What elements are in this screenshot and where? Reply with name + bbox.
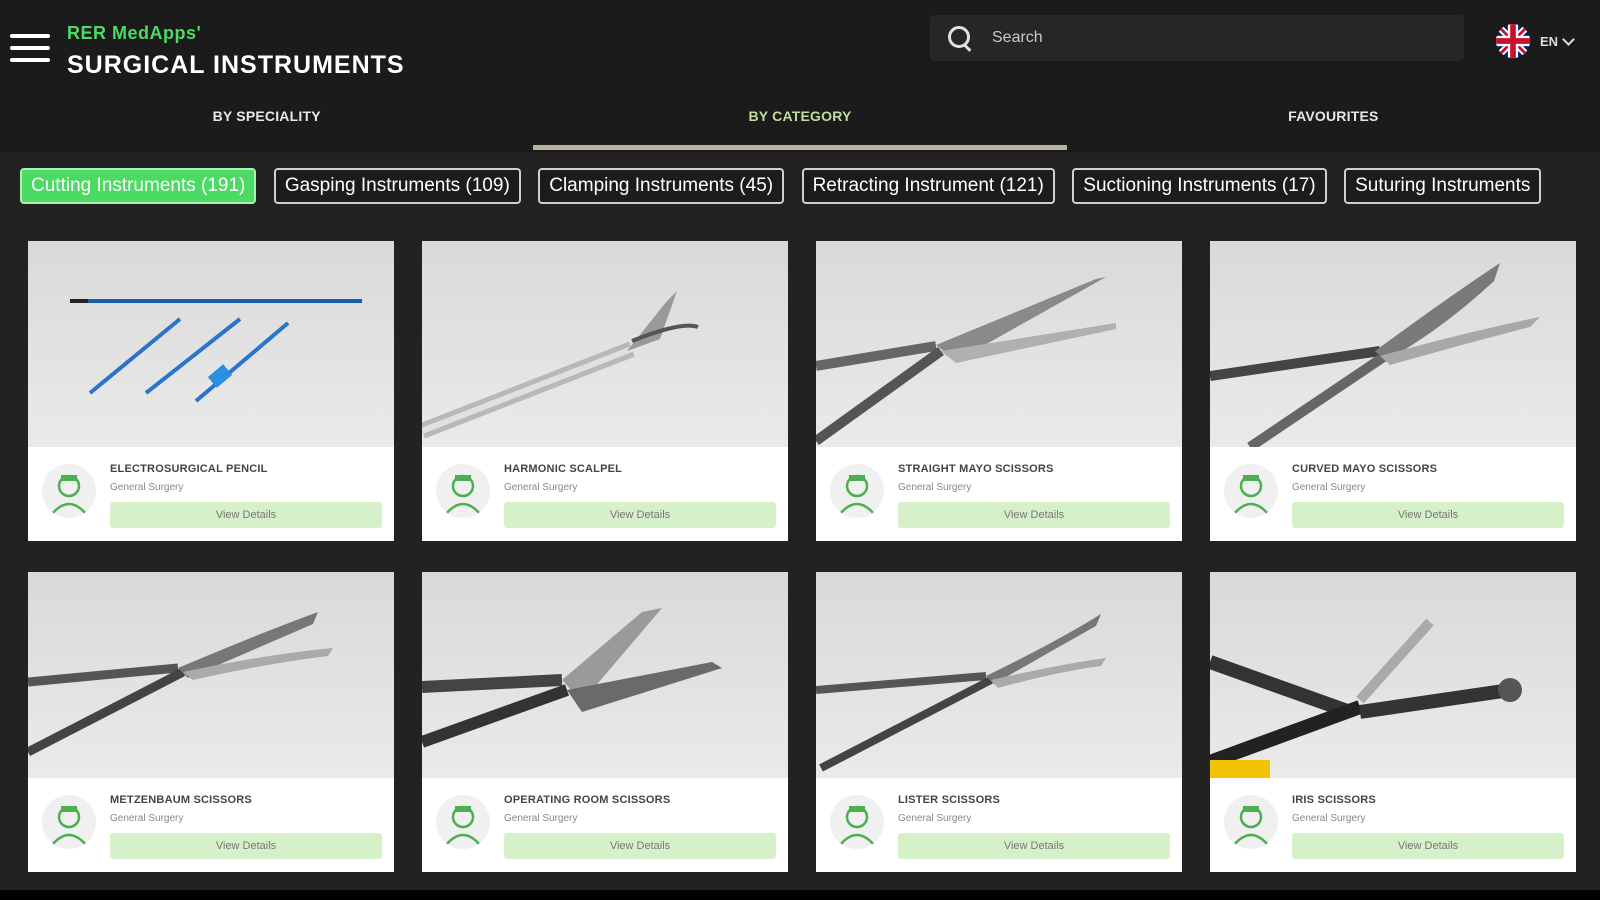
card-title: ELECTROSURGICAL PENCIL xyxy=(110,463,268,475)
card-title: LISTER SCISSORS xyxy=(898,794,1001,806)
electrosurgical-pencil-icon xyxy=(28,241,394,447)
app-header: RER MedApps' SURGICAL INSTRUMENTS EN BY … xyxy=(0,0,1600,152)
instrument-card[interactable]: OPERATING ROOM SCISSORS General Surgery … xyxy=(422,572,788,872)
chip-retracting-instrument[interactable]: Retracting Instrument (121) xyxy=(801,168,1055,204)
card-title: METZENBAUM SCISSORS xyxy=(110,794,252,806)
card-body: HARMONIC SCALPEL General Surgery View De… xyxy=(422,447,788,541)
instrument-card[interactable]: IRIS SCISSORS General Surgery View Detai… xyxy=(1210,572,1576,872)
filter-chips: Cutting Instruments (191) Gasping Instru… xyxy=(20,168,1590,206)
card-title: HARMONIC SCALPEL xyxy=(504,463,623,475)
chip-cutting-instruments[interactable]: Cutting Instruments (191) xyxy=(20,168,257,204)
view-details-button[interactable]: View Details xyxy=(504,833,776,859)
card-subtitle: General Surgery xyxy=(110,813,184,824)
surgeon-avatar-icon xyxy=(436,464,490,518)
card-subtitle: General Surgery xyxy=(110,482,184,493)
scissors-icon xyxy=(1210,572,1576,778)
view-details-button[interactable]: View Details xyxy=(898,833,1170,859)
view-details-button[interactable]: View Details xyxy=(1292,502,1564,528)
category-tabs: BY SPECIALITY BY CATEGORY FAVOURITES xyxy=(0,100,1600,152)
scissors-icon xyxy=(816,241,1182,447)
surgeon-avatar-icon xyxy=(830,464,884,518)
surgeon-avatar-icon xyxy=(1224,464,1278,518)
surgeon-avatar-icon xyxy=(42,795,96,849)
card-subtitle: General Surgery xyxy=(898,813,972,824)
card-title: OPERATING ROOM SCISSORS xyxy=(504,794,671,806)
search-input[interactable] xyxy=(992,29,1464,47)
card-subtitle: General Surgery xyxy=(504,482,578,493)
chip-gasping-instruments[interactable]: Gasping Instruments (109) xyxy=(273,168,521,204)
surgeon-avatar-icon xyxy=(436,795,490,849)
view-details-button[interactable]: View Details xyxy=(504,502,776,528)
scissors-icon xyxy=(28,572,394,778)
card-body: CURVED MAYO SCISSORS General Surgery Vie… xyxy=(1210,447,1576,541)
card-body: STRAIGHT MAYO SCISSORS General Surgery V… xyxy=(816,447,1182,541)
surgeon-avatar-icon xyxy=(42,464,96,518)
chip-suturing-instruments[interactable]: Suturing Instruments xyxy=(1344,168,1542,204)
view-details-button[interactable]: View Details xyxy=(898,502,1170,528)
instrument-card[interactable]: STRAIGHT MAYO SCISSORS General Surgery V… xyxy=(816,241,1182,541)
chip-clamping-instruments[interactable]: Clamping Instruments (45) xyxy=(538,168,785,204)
scissors-icon xyxy=(422,572,788,778)
brand-subtitle: RER MedApps' xyxy=(67,23,202,43)
instrument-card[interactable]: LISTER SCISSORS General Surgery View Det… xyxy=(816,572,1182,872)
scissors-icon xyxy=(816,572,1182,778)
card-body: ELECTROSURGICAL PENCIL General Surgery V… xyxy=(28,447,394,541)
uk-flag-icon xyxy=(1496,24,1530,58)
card-title: IRIS SCISSORS xyxy=(1292,794,1376,806)
surgeon-avatar-icon xyxy=(1224,795,1278,849)
card-subtitle: General Surgery xyxy=(1292,482,1366,493)
harmonic-scalpel-icon xyxy=(422,241,788,447)
instrument-card[interactable]: CURVED MAYO SCISSORS General Surgery Vie… xyxy=(1210,241,1576,541)
card-title: CURVED MAYO SCISSORS xyxy=(1292,463,1438,475)
tab-by-category[interactable]: BY CATEGORY xyxy=(533,100,1067,152)
instrument-card[interactable]: METZENBAUM SCISSORS General Surgery View… xyxy=(28,572,394,872)
view-details-button[interactable]: View Details xyxy=(110,833,382,859)
language-selector[interactable]: EN xyxy=(1496,24,1575,58)
bottom-bar xyxy=(0,890,1600,900)
card-body: OPERATING ROOM SCISSORS General Surgery … xyxy=(422,778,788,872)
chevron-down-icon xyxy=(1562,32,1575,46)
view-details-button[interactable]: View Details xyxy=(1292,833,1564,859)
card-body: LISTER SCISSORS General Surgery View Det… xyxy=(816,778,1182,872)
surgeon-avatar-icon xyxy=(830,795,884,849)
tab-favourites[interactable]: FAVOURITES xyxy=(1067,100,1600,152)
hamburger-menu-icon[interactable] xyxy=(10,34,50,68)
card-body: IRIS SCISSORS General Surgery View Detai… xyxy=(1210,778,1576,872)
card-title: STRAIGHT MAYO SCISSORS xyxy=(898,463,1054,475)
instrument-card[interactable]: ELECTROSURGICAL PENCIL General Surgery V… xyxy=(28,241,394,541)
tab-by-speciality[interactable]: BY SPECIALITY xyxy=(0,100,533,152)
app-title: SURGICAL INSTRUMENTS xyxy=(67,51,405,79)
language-code: EN xyxy=(1540,33,1559,49)
card-subtitle: General Surgery xyxy=(504,813,578,824)
view-details-button[interactable]: View Details xyxy=(110,502,382,528)
card-subtitle: General Surgery xyxy=(1292,813,1366,824)
card-subtitle: General Surgery xyxy=(898,482,972,493)
chip-suctioning-instruments[interactable]: Suctioning Instruments (17) xyxy=(1072,168,1327,204)
instrument-grid: ELECTROSURGICAL PENCIL General Surgery V… xyxy=(28,241,1578,872)
card-body: METZENBAUM SCISSORS General Surgery View… xyxy=(28,778,394,872)
instrument-card[interactable]: HARMONIC SCALPEL General Surgery View De… xyxy=(422,241,788,541)
scissors-icon xyxy=(1210,241,1576,447)
search-icon[interactable] xyxy=(946,24,974,52)
search-bar xyxy=(930,15,1464,61)
